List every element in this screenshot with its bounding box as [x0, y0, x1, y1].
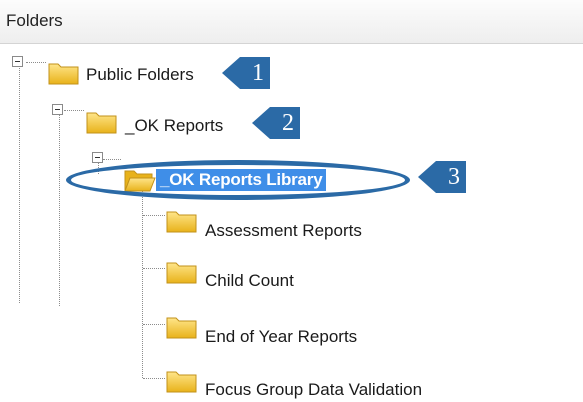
tree-line [19, 63, 20, 303]
tree-node-end-of-year-reports[interactable]: End of Year Reports [205, 327, 357, 347]
folder-icon [166, 259, 198, 285]
marker-number: 2 [282, 110, 294, 136]
folder-icon [166, 208, 198, 234]
tree-node-ok-reports[interactable]: _OK Reports [125, 116, 223, 136]
folder-icon [166, 368, 198, 394]
tree-line [26, 62, 46, 63]
tree-line [143, 215, 165, 216]
collapse-toggle-public-folders[interactable] [12, 56, 23, 67]
collapse-toggle-ok-reports-library[interactable] [92, 152, 103, 163]
tree-line [143, 268, 165, 269]
tree-line [142, 190, 143, 378]
collapse-toggle-ok-reports[interactable] [52, 104, 63, 115]
folders-panel-header: Folders [0, 0, 583, 44]
tree-line [143, 324, 165, 325]
marker-number: 1 [252, 60, 264, 86]
annotation-marker-3: 3 [418, 161, 470, 193]
tree-node-assessment-reports[interactable]: Assessment Reports [205, 221, 362, 241]
panel-title: Folders [6, 11, 63, 30]
annotation-marker-1: 1 [222, 57, 274, 89]
tree-line [103, 159, 121, 160]
folder-icon [166, 314, 198, 340]
tree-node-child-count[interactable]: Child Count [205, 271, 294, 291]
marker-number: 3 [448, 164, 460, 190]
tree-line [59, 110, 60, 306]
tree-line [143, 378, 165, 379]
annotation-marker-2: 2 [252, 107, 304, 139]
highlight-oval [66, 160, 410, 200]
tree-node-public-folders[interactable]: Public Folders [86, 65, 194, 85]
folder-icon [48, 60, 80, 86]
folder-icon [86, 109, 118, 135]
tree-node-focus-group-data-validation[interactable]: Focus Group Data Validation [205, 380, 422, 400]
tree-line [64, 110, 84, 111]
